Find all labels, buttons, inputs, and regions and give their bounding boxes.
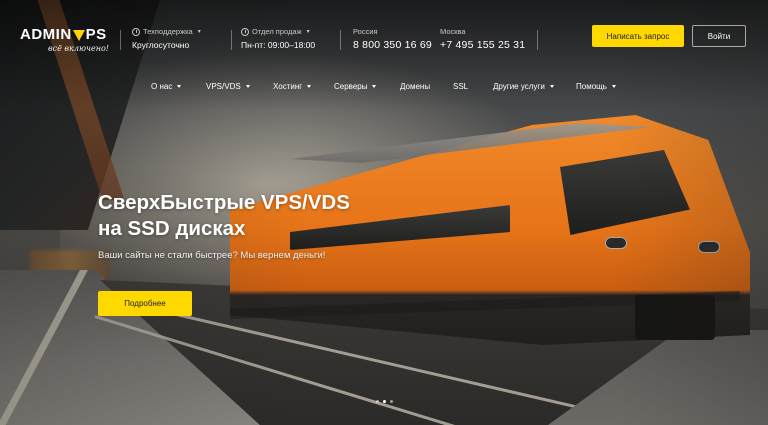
phone-moscow-label: Москва [440, 27, 466, 36]
chevron-down-icon [611, 85, 616, 88]
phone-russia-label: Россия [353, 27, 378, 36]
sales-info[interactable]: Отдел продаж ▾ Пн-пт: 09:00–18:00 [241, 27, 315, 50]
phone-russia[interactable]: Россия 8 800 350 16 69 [353, 27, 432, 51]
nav-label: Домены [400, 82, 431, 91]
nav-label: Серверы [334, 82, 368, 91]
chevron-down-icon [177, 85, 182, 88]
nav-label: VPS/VDS [206, 82, 241, 91]
nav-item-help[interactable]: Помощь [576, 82, 616, 91]
nav-item-vps[interactable]: VPS/VDS [206, 82, 250, 91]
chevron-down-icon [549, 85, 554, 88]
chevron-down-icon [245, 85, 250, 88]
nav-item-hosting[interactable]: Хостинг [273, 82, 312, 91]
support-info[interactable]: Техподдержка ▾ Круглосуточно [132, 27, 201, 50]
nav-label: О нас [151, 82, 173, 91]
slider-dots [376, 400, 393, 403]
nav-item-about[interactable]: О нас [151, 82, 182, 91]
chevron-down-icon [372, 85, 377, 88]
divider [537, 30, 538, 50]
phone-moscow-number[interactable]: +7 495 155 25 31 [440, 39, 525, 51]
login-button[interactable]: Войти [692, 25, 746, 47]
logo-v-icon [72, 30, 85, 41]
more-details-button[interactable]: Подробнее [98, 291, 192, 316]
nav-label: SSL [453, 82, 469, 91]
divider [120, 30, 121, 50]
clock-icon [132, 27, 140, 36]
clock-icon [241, 27, 249, 36]
chevron-down-icon: ▾ [306, 29, 310, 35]
sales-value: Пн-пт: 09:00–18:00 [241, 40, 316, 50]
nav-item-ssl[interactable]: SSL [453, 82, 468, 91]
slider-dot[interactable] [390, 400, 393, 403]
logo-tagline: всё включено! [48, 44, 109, 53]
logo-wordmark: ADMIN PS [20, 26, 109, 43]
nav-label: Помощь [576, 82, 607, 91]
support-label: Техподдержка [143, 27, 193, 36]
support-value: Круглосуточно [132, 40, 190, 50]
slider-dot-active[interactable] [383, 400, 386, 403]
logo[interactable]: ADMIN PS всё включено! [20, 26, 109, 53]
nav-item-other-services[interactable]: Другие услуги [493, 82, 554, 91]
nav-item-domains[interactable]: Домены [400, 82, 430, 91]
site-header: ADMIN PS всё включено! Техподдержка ▾ Кр… [0, 0, 768, 70]
main-nav: О нас VPS/VDS Хостинг Серверы Домены SSL… [0, 82, 768, 96]
nav-item-servers[interactable]: Серверы [334, 82, 377, 91]
hero-title-line1: СверхБыстрые VPS/VDS [98, 191, 350, 214]
phone-russia-number[interactable]: 8 800 350 16 69 [353, 39, 432, 51]
support-label-row: Техподдержка ▾ [132, 27, 201, 36]
divider [231, 30, 232, 50]
chevron-down-icon [307, 85, 312, 88]
sales-label-row: Отдел продаж ▾ [241, 27, 315, 36]
logo-text-start: ADMIN [20, 26, 72, 43]
phone-moscow[interactable]: Москва +7 495 155 25 31 [440, 27, 525, 51]
nav-label: Другие услуги [493, 82, 545, 91]
write-request-button[interactable]: Написать запрос [592, 25, 684, 47]
sales-label: Отдел продаж [252, 27, 302, 36]
nav-label: Хостинг [273, 82, 303, 91]
logo-text-end: PS [85, 26, 107, 43]
chevron-down-icon: ▾ [197, 29, 201, 35]
hero-title: СверхБыстрые VPS/VDS на SSD дисках [98, 190, 428, 242]
hero-subtitle: Ваши сайты не стали быстрее? Мы вернем д… [98, 250, 326, 261]
slider-dot[interactable] [376, 400, 379, 403]
divider [340, 30, 341, 50]
hero-title-line2: на SSD дисках [98, 217, 246, 240]
